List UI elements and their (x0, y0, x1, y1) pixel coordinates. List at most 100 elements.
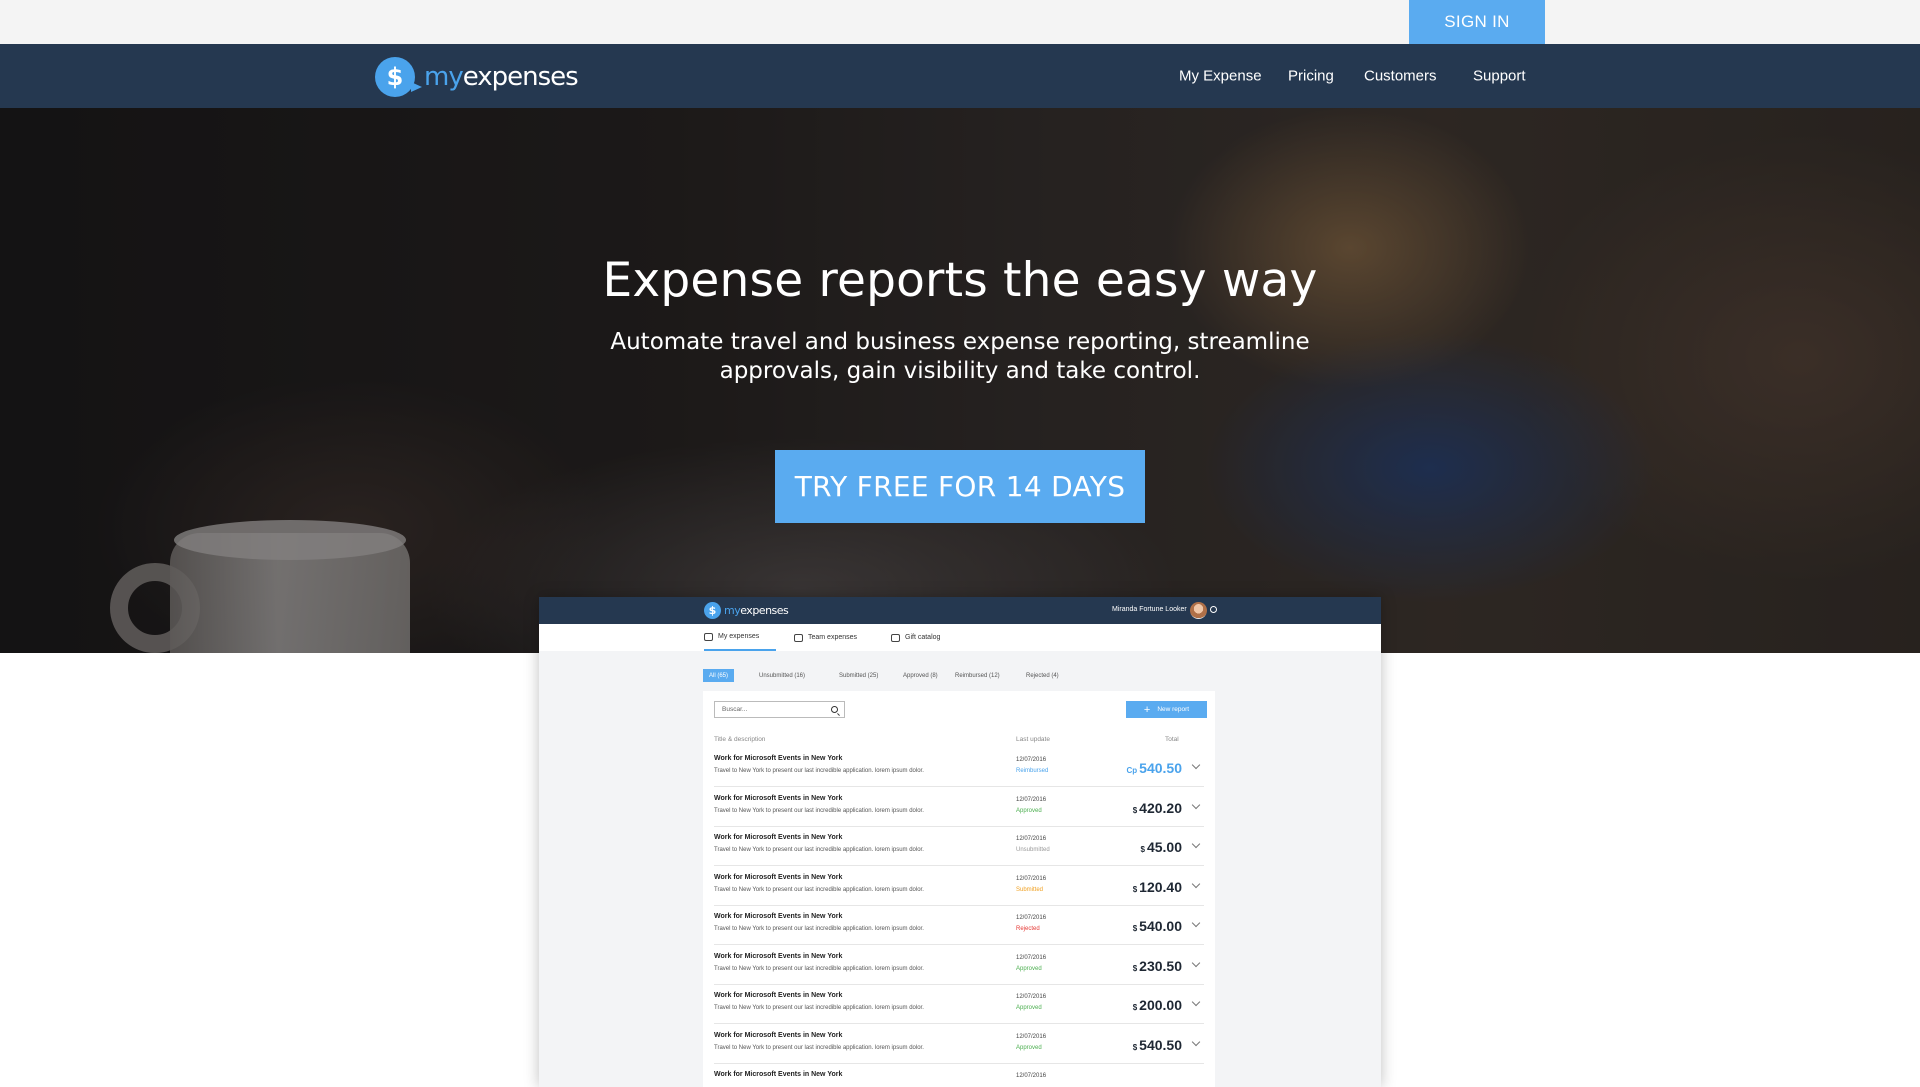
status-badge: Approved (1016, 965, 1042, 972)
row-description: Travel to New York to present our last i… (714, 768, 924, 774)
table-row: Work for Microsoft Events in New York Tra… (714, 945, 1204, 985)
row-date: 12/07/2016 (1016, 757, 1047, 763)
status-badge: Reimbursed (1016, 768, 1049, 774)
team-icon (794, 633, 803, 642)
chevron-down-icon (1191, 958, 1201, 967)
preview-logo: $ myexpenses (704, 602, 789, 619)
currency-symbol: $ (1140, 845, 1145, 854)
currency-symbol: $ (1132, 1003, 1138, 1012)
row-date: 12/07/2016 (1016, 875, 1047, 882)
tab-team-expenses: Team expenses (794, 624, 857, 651)
dollar-coin-icon: $ (375, 57, 422, 97)
try-free-button[interactable]: TRY FREE FOR 14 DAYS (775, 450, 1145, 523)
dollar-coin-icon: $ (704, 602, 721, 619)
column-total: Total (1165, 736, 1179, 743)
filter-all: All (65) (703, 669, 735, 682)
filter-reimbursed: Reimbursed (12) (955, 672, 1000, 679)
row-date: 12/07/2016 (1016, 994, 1047, 1000)
row-title: Work for Microsoft Events in New York (714, 1031, 843, 1039)
row-amount: Cp 540.50 (1126, 760, 1183, 776)
preview-tabs: My expenses Team expenses Gift catalog (539, 624, 1381, 651)
row-title: Work for Microsoft Events in New York (714, 913, 843, 920)
preview-report-list: Buscar... + New report Title & descriptio… (703, 691, 1215, 1087)
status-badge: Approved (1016, 1044, 1042, 1051)
preview-header: $ myexpenses Miranda Fortune Looker (539, 597, 1381, 624)
currency-symbol: $ (1132, 884, 1138, 894)
row-description: Travel to New York to present our last i… (714, 926, 924, 932)
chevron-down-icon (1191, 997, 1201, 1007)
status-badge: Rejected (1016, 926, 1040, 932)
table-row: Work for Microsoft Events in New York Tra… (714, 1024, 1204, 1064)
app-preview: $ myexpenses Miranda Fortune Looker My e… (539, 597, 1381, 1087)
currency-symbol: $ (1132, 1042, 1138, 1052)
row-description: Travel to New York to present our last i… (714, 965, 924, 972)
nav-link-pricing[interactable]: Pricing (1288, 68, 1334, 85)
tab-my-expenses: My expenses (704, 624, 777, 651)
row-title: Work for Microsoft Events in New York (714, 952, 843, 960)
main-navbar: $ myexpenses My Expense Pricing Customer… (0, 44, 1920, 108)
preview-search-input: Buscar... (714, 701, 845, 718)
hero-section: Expense reports the easy way Automate tr… (0, 108, 1920, 653)
currency-symbol: $ (1132, 805, 1138, 815)
table-row: Work for Microsoft Events in New York Tra… (714, 826, 1204, 866)
chevron-down-icon (1191, 1037, 1201, 1046)
currency-symbol: $ (1132, 963, 1138, 973)
preview-user-name: Miranda Fortune Looker (1112, 606, 1187, 613)
filter-rejected: Rejected (4) (1026, 672, 1059, 679)
avatar (1190, 602, 1207, 619)
plus-icon: + (1143, 703, 1151, 716)
row-description: Travel to New York to present our last i… (714, 1005, 924, 1011)
row-amount: $45.00 (1140, 839, 1183, 855)
user-icon (704, 632, 713, 641)
row-description: Travel to New York to present our last i… (714, 847, 924, 853)
row-date: 12/07/2016 (1016, 915, 1047, 921)
row-title: Work for Microsoft Events in New York (714, 992, 843, 999)
chevron-down-icon (1191, 918, 1201, 928)
filter-approved: Approved (8) (903, 672, 938, 679)
table-row: Work for Microsoft Events in New York Tra… (714, 747, 1204, 787)
row-title: Work for Microsoft Events in New York (714, 755, 843, 762)
table-row: Work for Microsoft Events in New York Tra… (714, 905, 1204, 945)
row-title: Work for Microsoft Events in New York (714, 1071, 843, 1078)
row-amount: $200.00 (1132, 997, 1182, 1013)
row-date: 12/07/2016 (1016, 796, 1047, 803)
sign-in-button[interactable]: SIGN IN (1409, 0, 1545, 44)
nav-link-customers[interactable]: Customers (1364, 68, 1437, 85)
status-badge: Approved (1016, 807, 1042, 814)
table-row: Work for Microsoft Events in New York Tra… (714, 787, 1204, 827)
row-description: Travel to New York to present our last i… (714, 886, 924, 893)
filter-unsubmitted: Unsubmitted (16) (759, 672, 806, 679)
chevron-down-icon (1191, 760, 1201, 770)
gift-icon (891, 633, 900, 642)
row-amount: $420.20 (1132, 799, 1182, 816)
row-date: 12/07/2016 (1016, 1073, 1047, 1079)
hero-subtitle: Automate travel and business expense rep… (610, 329, 1310, 384)
status-badge: Unsubmitted (1016, 847, 1050, 853)
top-utility-bar: SIGN IN (0, 0, 1920, 44)
currency-symbol: Cp (1126, 766, 1138, 775)
row-amount: $230.50 (1132, 957, 1182, 974)
row-amount: $120.40 (1132, 878, 1182, 895)
row-title: Work for Microsoft Events in New York (714, 794, 843, 802)
row-date: 12/07/2016 (1016, 1033, 1047, 1040)
power-icon (1210, 606, 1217, 613)
status-badge: Approved (1016, 1005, 1042, 1011)
brand-logo[interactable]: $ myexpenses (375, 56, 579, 98)
row-date: 12/07/2016 (1016, 836, 1047, 842)
row-amount: $540.50 (1132, 1036, 1182, 1053)
currency-symbol: $ (1132, 924, 1138, 933)
chevron-down-icon (1191, 839, 1201, 849)
search-icon (831, 706, 838, 713)
brand-name: myexpenses (424, 62, 579, 92)
status-badge: Submitted (1016, 886, 1044, 893)
row-amount: $540.00 (1132, 918, 1182, 934)
nav-link-my-expense[interactable]: My Expense (1179, 68, 1262, 85)
filter-submitted: Submitted (25) (839, 672, 879, 679)
nav-link-support[interactable]: Support (1473, 68, 1526, 85)
row-title: Work for Microsoft Events in New York (714, 873, 843, 881)
row-amount (1180, 1076, 1182, 1087)
row-date: 12/07/2016 (1016, 954, 1047, 961)
chevron-down-icon (1191, 879, 1201, 888)
column-last-update: Last update (1016, 736, 1050, 743)
table-row: Work for Microsoft Events in New York Tra… (714, 866, 1204, 906)
